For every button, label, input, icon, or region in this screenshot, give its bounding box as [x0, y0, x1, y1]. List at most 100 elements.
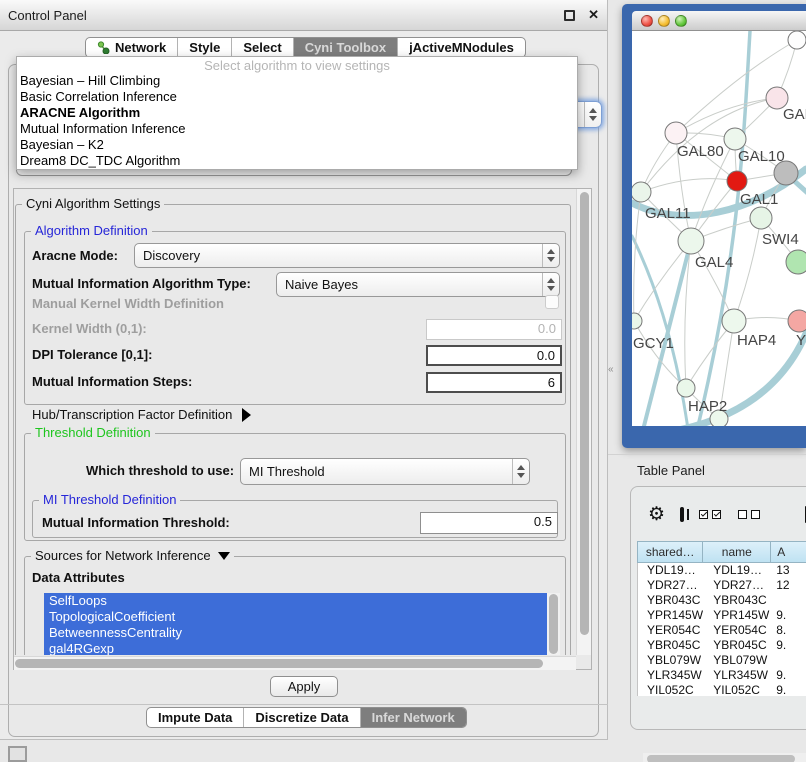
checked-boxes-icon[interactable] [699, 510, 725, 519]
network-node-gal11[interactable] [632, 182, 651, 202]
node-label: SWI4 [762, 231, 799, 248]
mi-threshold-field[interactable]: 0.5 [420, 512, 558, 534]
list-item-gal4rgexp[interactable]: gal4RGexp [44, 641, 547, 655]
split-columns-icon[interactable] [680, 507, 684, 522]
network-canvas[interactable]: GALGAL80GAL10GAL1GAL11SWI4GAL4GCY1HAP4YH… [632, 31, 806, 426]
network-node-hap4[interactable] [722, 309, 746, 333]
table-row[interactable]: YLR345WYLR345W9. [638, 668, 806, 683]
close-traffic-light[interactable] [641, 15, 653, 27]
network-graph: GALGAL80GAL10GAL1GAL11SWI4GAL4GCY1HAP4YH… [632, 31, 806, 426]
table-row[interactable]: YBR045CYBR045C9. [638, 638, 806, 653]
control-panel-titlebar: Control Panel ✕ [0, 0, 607, 31]
combo-stepper[interactable] [512, 459, 529, 484]
table-row[interactable]: YBR043CYBR043C [638, 593, 806, 608]
column-header-name[interactable]: name [703, 541, 771, 563]
combo-stepper[interactable] [542, 244, 559, 267]
network-node-gal4[interactable] [678, 228, 704, 254]
column-header-shared-name[interactable]: shared… [637, 541, 703, 563]
tab-label: Network [115, 38, 166, 57]
network-node-gal1[interactable] [727, 171, 747, 191]
table-row[interactable]: YPR145WYPR145W9. [638, 608, 806, 623]
manual-kernel-checkbox[interactable] [545, 295, 559, 309]
collapsed-arrow-icon [242, 408, 251, 422]
panel-resize-handle[interactable]: « [608, 364, 614, 375]
list-scrollbar[interactable] [547, 593, 560, 655]
popup-item-bayesian-hill-climbing[interactable]: Bayesian – Hill Climbing [17, 73, 577, 89]
network-node-swi4[interactable] [750, 207, 772, 229]
tab-jactivemnodules[interactable]: jActiveMNodules [397, 38, 525, 57]
group-title-text: Sources for Network Inference [35, 548, 211, 563]
node-label: HAP4 [737, 332, 776, 349]
data-attributes-label: Data Attributes [32, 570, 125, 586]
node-table: shared… name A YDL19…YDL19…13YDR27…YDR27… [637, 541, 806, 696]
horizontal-scrollbar[interactable] [14, 656, 576, 670]
kernel-width-field[interactable]: 0.0 [426, 319, 562, 340]
node-label: GAL4 [695, 254, 733, 271]
tab-impute-data[interactable]: Impute Data [147, 708, 243, 727]
vertical-scrollbar[interactable] [576, 189, 591, 655]
list-item-topologicalcoefficient[interactable]: TopologicalCoefficient [44, 609, 547, 625]
gear-icon[interactable]: ⚙ [648, 505, 665, 524]
node-label: GAL10 [738, 148, 785, 165]
table-body: YDL19…YDL19…13YDR27…YDR27…12YBR043CYBR04… [637, 563, 806, 696]
popup-item-dream8[interactable]: Dream8 DC_TDC Algorithm [17, 153, 577, 169]
tab-network[interactable]: Network [86, 38, 177, 57]
table-horizontal-scrollbar[interactable] [643, 753, 806, 762]
expander-label: Hub/Transcription Factor Definition [32, 407, 232, 422]
table-cell: 8. [772, 623, 806, 638]
collapsed-panel-chip[interactable] [8, 746, 27, 762]
float-window-button[interactable] [564, 10, 575, 21]
popup-item-mutual-information[interactable]: Mutual Information Inference [17, 121, 577, 137]
table-cell: 9. [772, 668, 806, 683]
group-title: Cyni Algorithm Settings [22, 196, 164, 211]
data-attributes-list[interactable]: SelfLoops TopologicalCoefficient Between… [44, 593, 560, 655]
expanded-arrow-icon[interactable] [218, 552, 230, 560]
tab-cyni-toolbox[interactable]: Cyni Toolbox [293, 38, 397, 57]
control-panel-tab-bar: Network Style Select Cyni Toolbox jActiv… [85, 37, 526, 58]
unchecked-boxes-icon[interactable] [738, 510, 764, 519]
which-threshold-combo[interactable]: MI Threshold [240, 458, 530, 485]
tab-select[interactable]: Select [231, 38, 292, 57]
network-window-titlebar[interactable] [632, 11, 806, 31]
table-cell: YPR145W [704, 608, 772, 623]
mi-algorithm-type-combo[interactable]: Naive Bayes [276, 272, 560, 297]
tab-label: Style [189, 38, 220, 57]
popup-item-bayesian-k2[interactable]: Bayesian – K2 [17, 137, 577, 153]
apply-button[interactable]: Apply [270, 676, 338, 697]
table-cell: YDR27… [704, 578, 772, 593]
zoom-traffic-light[interactable] [675, 15, 687, 27]
table-cell: YBL079W [704, 653, 772, 668]
dpi-tolerance-field[interactable]: 0.0 [426, 345, 562, 366]
table-row[interactable]: YBL079WYBL079W [638, 653, 806, 668]
network-node-gal80[interactable] [665, 122, 687, 144]
tab-infer-network[interactable]: Infer Network [360, 708, 466, 727]
list-item-betweennesscentrality[interactable]: BetweennessCentrality [44, 625, 547, 641]
aracne-mode-combo[interactable]: Discovery [134, 243, 560, 268]
combo-stepper[interactable] [542, 273, 559, 296]
tab-discretize-data[interactable]: Discretize Data [243, 708, 359, 727]
table-row[interactable]: YIL052CYIL052C9. [638, 683, 806, 696]
network-node-hap2[interactable] [677, 379, 695, 397]
combo-value: Naive Bayes [277, 277, 542, 292]
list-item-selfloops[interactable]: SelfLoops [44, 593, 547, 609]
network-node[interactable] [786, 250, 806, 274]
popup-item-basic-correlation[interactable]: Basic Correlation Inference [17, 89, 577, 105]
popup-item-aracne[interactable]: ARACNE Algorithm [17, 105, 577, 121]
hub-definition-expander[interactable]: Hub/Transcription Factor Definition [32, 407, 251, 422]
combo-stepper[interactable] [584, 102, 601, 127]
network-node-gal10[interactable] [724, 128, 746, 150]
network-node-gcy1[interactable] [632, 313, 642, 329]
table-row[interactable]: YDL19…YDL19…13 [638, 563, 806, 578]
minimize-traffic-light[interactable] [658, 15, 670, 27]
table-row[interactable]: YER054CYER054C8. [638, 623, 806, 638]
close-button[interactable]: ✕ [588, 7, 599, 23]
tab-style[interactable]: Style [177, 38, 231, 57]
table-toolbar: ⚙ [631, 497, 806, 531]
network-node[interactable] [788, 31, 806, 49]
network-node-y[interactable] [788, 310, 806, 332]
table-panel-header: Table Panel [608, 454, 806, 484]
column-header-partial[interactable]: A [771, 541, 806, 563]
table-row[interactable]: YDR27…YDR27…12 [638, 578, 806, 593]
mi-steps-field[interactable]: 6 [426, 372, 562, 393]
table-cell: YIL052C [638, 683, 704, 696]
